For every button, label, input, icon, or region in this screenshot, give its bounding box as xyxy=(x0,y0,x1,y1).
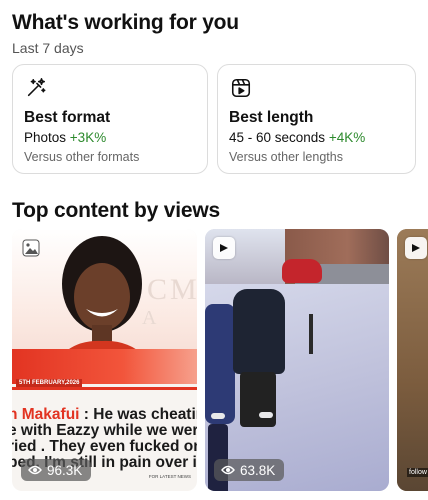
best-length-note: Versus other lengths xyxy=(229,150,343,164)
thumb-2-person-2 xyxy=(233,289,285,374)
thumb-2-shoe xyxy=(211,413,225,419)
thumb-1-divider xyxy=(12,387,197,390)
eye-icon xyxy=(221,465,235,475)
top-content-item-1[interactable]: C M A 5TH FEBRUARY,2026 n Makafui : He w… xyxy=(12,229,197,491)
photo-icon xyxy=(20,237,42,259)
reels-icon xyxy=(231,78,251,98)
best-format-name: Photos xyxy=(24,130,67,145)
views-count: 96.3K xyxy=(47,462,83,478)
svg-text:M: M xyxy=(170,273,197,306)
views-count: 63.8K xyxy=(240,462,276,478)
best-length-delta: +4K% xyxy=(328,130,366,145)
top-content-item-2[interactable]: 63.8K xyxy=(205,229,389,491)
svg-text:C: C xyxy=(147,273,167,306)
best-format-note: Versus other formats xyxy=(24,150,140,164)
best-length-range: 45 - 60 seconds xyxy=(229,130,326,145)
caption-name: n Makafui xyxy=(12,406,80,423)
views-badge: 63.8K xyxy=(214,459,285,481)
video-icon xyxy=(213,237,235,259)
thumb-2-person-1 xyxy=(205,304,235,424)
svg-text:A: A xyxy=(142,307,157,329)
views-badge: 96.3K xyxy=(21,459,92,481)
best-format-title: Best format xyxy=(24,109,111,126)
best-format-card[interactable]: Best format Photos +3K% Versus other for… xyxy=(12,64,208,174)
top-content-item-3[interactable]: follow xyxy=(397,229,428,491)
best-format-value: Photos +3K% xyxy=(24,130,106,145)
caption-line-2: e with Eazzy while we wer xyxy=(12,422,197,439)
eye-icon xyxy=(28,465,42,475)
caption-line-1: : He was cheating xyxy=(83,406,197,423)
thumb-3-label: follow xyxy=(407,468,428,477)
thumb-2-post xyxy=(309,314,313,354)
best-length-card[interactable]: Best length 45 - 60 seconds +4K% Versus … xyxy=(217,64,416,174)
best-length-value: 45 - 60 seconds +4K% xyxy=(229,130,365,145)
thumb-1-footer: FOR LATEST NEWS xyxy=(148,474,191,479)
thumb-1-date: 5TH FEBRUARY,2026 xyxy=(16,379,83,387)
top-content-title: Top content by views xyxy=(12,199,220,222)
magic-wand-icon xyxy=(27,78,46,97)
best-format-delta: +3K% xyxy=(69,130,107,145)
thumb-3-background xyxy=(397,229,428,491)
best-length-title: Best length xyxy=(229,109,314,126)
whats-working-title: What's working for you xyxy=(12,11,239,34)
caption-line-3: ried . They even fucked on xyxy=(12,438,197,455)
thumb-2-shoe xyxy=(259,412,273,418)
video-icon xyxy=(405,237,427,259)
thumb-2-car xyxy=(282,259,322,283)
thumb-2-person-2-legs xyxy=(240,372,276,427)
date-range-label: Last 7 days xyxy=(12,40,84,56)
